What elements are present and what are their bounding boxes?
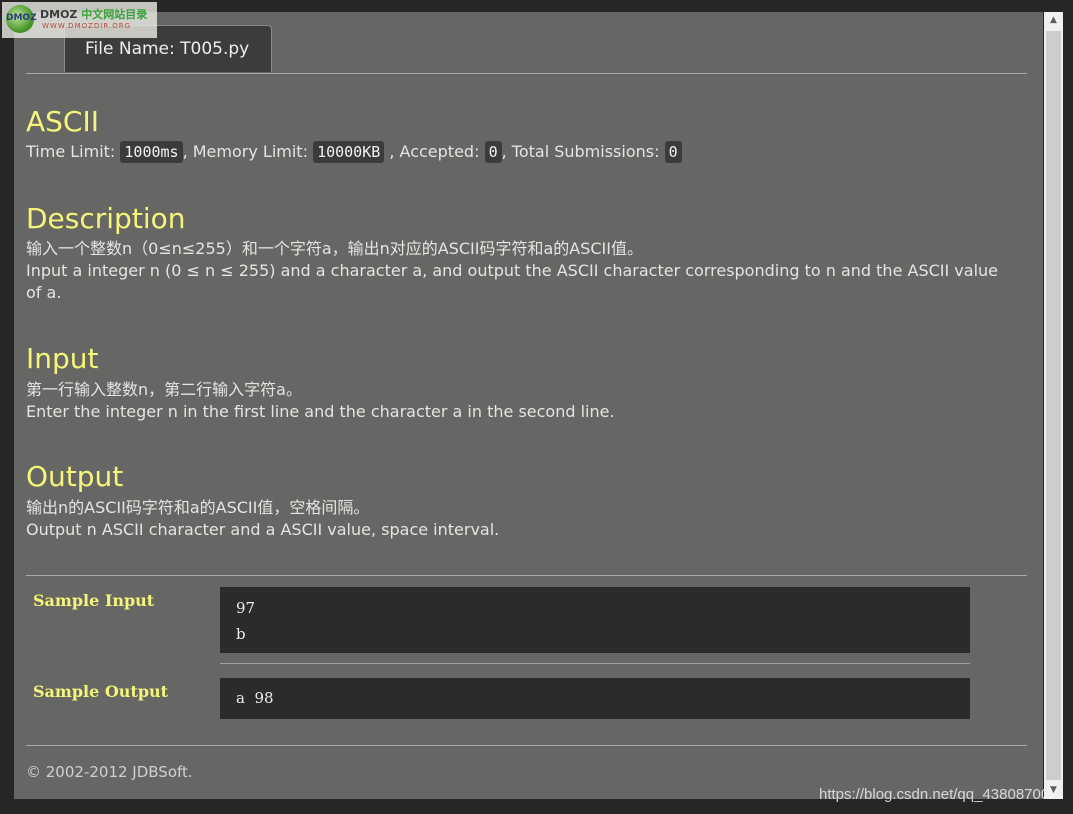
sample-output-line: a 98 <box>236 689 274 707</box>
input-en: Enter the integer n in the first line an… <box>26 402 615 421</box>
samples-divider <box>26 575 1027 576</box>
description-cn: 输入一个整数n（0≤n≤255）和一个字符a，输出n对应的ASCII码字符和a的… <box>26 239 643 258</box>
globe-text: DMOZ <box>6 13 37 23</box>
memory-limit-value: 10000KB <box>313 141 385 163</box>
sample-output-label: Sample Output <box>33 682 169 701</box>
sample-input-box[interactable]: 97 b <box>220 587 970 653</box>
input-text: 第一行输入整数n，第二行输入字符a。 Enter the integer n i… <box>26 379 1016 423</box>
logo-title-en: DMOZ <box>40 8 78 21</box>
scroll-up-arrow-icon[interactable]: ▲ <box>1044 12 1063 29</box>
output-cn: 输出n的ASCII码字符和a的ASCII值，空格间隔。 <box>26 498 370 517</box>
footer-divider <box>26 745 1027 746</box>
accepted-value: 0 <box>484 141 502 163</box>
globe-icon: DMOZ <box>6 5 37 33</box>
dmoz-logo: DMOZ DMOZ 中文网站目录 WWW.DMOZDIR.ORG <box>2 2 157 38</box>
problem-page: File Name: T005.py ASCII Time Limit: 100… <box>14 12 1043 799</box>
vertical-scrollbar[interactable]: ▲ ▼ <box>1044 12 1063 799</box>
scrollbar-thumb[interactable] <box>1046 31 1061 780</box>
total-submissions-label: , Total Submissions: <box>501 142 660 161</box>
output-heading: Output <box>26 460 124 493</box>
footer-copyright: © 2002-2012 JDBSoft. <box>26 763 193 781</box>
logo-title-cn: 中文网站目录 <box>81 8 148 21</box>
logo-subtitle: WWW.DMOZDIR.ORG <box>42 22 132 30</box>
header-divider <box>26 73 1027 74</box>
logo-title: DMOZ 中文网站目录 <box>40 6 147 22</box>
input-heading: Input <box>26 342 99 375</box>
time-limit-label: Time Limit: <box>26 142 116 161</box>
problem-limits: Time Limit: 1000ms, Memory Limit: 10000K… <box>26 140 682 164</box>
sample-input-line: b <box>236 625 246 643</box>
description-en: Input a integer n (0 ≤ n ≤ 255) and a ch… <box>26 261 998 302</box>
problem-title: ASCII <box>26 105 99 138</box>
sample-divider <box>220 663 970 664</box>
input-cn: 第一行输入整数n，第二行输入字符a。 <box>26 380 302 399</box>
output-en: Output n ASCII character and a ASCII val… <box>26 520 500 539</box>
time-limit-value: 1000ms <box>120 141 183 163</box>
sample-input-label: Sample Input <box>33 591 155 610</box>
output-text: 输出n的ASCII码字符和a的ASCII值，空格间隔。 Output n ASC… <box>26 497 1016 541</box>
total-submissions-value: 0 <box>664 141 682 163</box>
accepted-label: , Accepted: <box>389 142 480 161</box>
blog-watermark: https://blog.csdn.net/qq_43808700 <box>819 786 1050 803</box>
sample-output-box[interactable]: a 98 <box>220 678 970 719</box>
sample-input-line: 97 <box>236 599 256 617</box>
description-text: 输入一个整数n（0≤n≤255）和一个字符a，输出n对应的ASCII码字符和a的… <box>26 238 1016 304</box>
description-heading: Description <box>26 202 186 235</box>
memory-limit-label: , Memory Limit: <box>182 142 308 161</box>
